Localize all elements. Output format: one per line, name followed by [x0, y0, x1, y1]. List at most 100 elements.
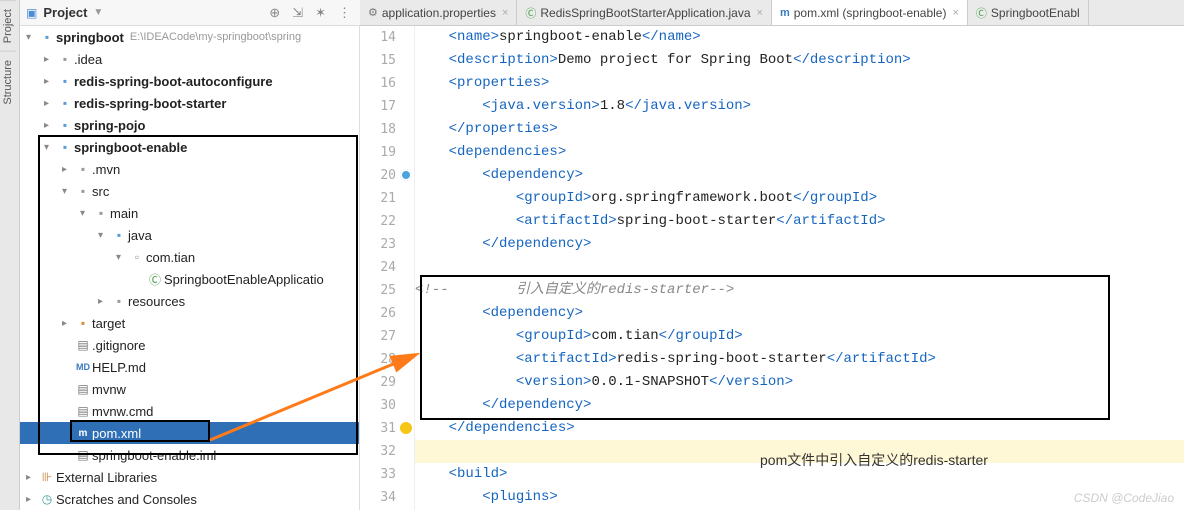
side-tab-project[interactable]: Project: [0, 0, 16, 51]
tree-item-class[interactable]: Ⓒ SpringbootEnableApplicatio: [20, 268, 359, 290]
tree-item-target[interactable]: ▸ ▪ target: [20, 312, 359, 334]
chevron-down-icon[interactable]: ▾: [62, 186, 74, 197]
expand-icon[interactable]: ⇲: [289, 5, 306, 21]
resources-folder-icon: ▪: [110, 294, 128, 308]
tree-item-module[interactable]: ▾ ▪ springboot-enable: [20, 136, 359, 158]
tree-label: main: [110, 206, 138, 221]
settings-icon[interactable]: ⋮: [335, 5, 354, 21]
chevron-down-icon[interactable]: ▾: [44, 142, 56, 153]
gutter-line[interactable]: 15: [360, 49, 414, 72]
gutter-line[interactable]: 18: [360, 118, 414, 141]
close-icon[interactable]: ×: [502, 7, 508, 19]
tree-item-module[interactable]: ▸ ▪ redis-spring-boot-starter: [20, 92, 359, 114]
gutter-line[interactable]: 26: [360, 302, 414, 325]
gutter-line[interactable]: 29: [360, 371, 414, 394]
tree-label: mvnw.cmd: [92, 404, 153, 419]
tree-label: External Libraries: [56, 470, 157, 485]
editor-tab[interactable]: ⚙ application.properties ×: [360, 0, 517, 25]
tree-item-file[interactable]: ▤ .gitignore: [20, 334, 359, 356]
code-area[interactable]: <name>springboot-enable</name> <descript…: [415, 26, 1184, 510]
gutter-line[interactable]: 31: [360, 417, 414, 440]
tree-item-main[interactable]: ▾ ▪ main: [20, 202, 359, 224]
close-icon[interactable]: ×: [952, 7, 958, 19]
chevron-down-icon[interactable]: ▾: [98, 230, 110, 241]
gutter-line[interactable]: 27: [360, 325, 414, 348]
chevron-right-icon[interactable]: ▸: [44, 120, 56, 131]
tree-item-file[interactable]: MD HELP.md: [20, 356, 359, 378]
gutter-line[interactable]: 34: [360, 486, 414, 509]
editor-tab[interactable]: Ⓒ RedisSpringBootStarterApplication.java…: [517, 0, 772, 25]
chevron-right-icon[interactable]: ▸: [62, 318, 74, 329]
gutter-line[interactable]: 22: [360, 210, 414, 233]
tree-item-resources[interactable]: ▸ ▪ resources: [20, 290, 359, 312]
collapse-icon[interactable]: ✶: [312, 5, 329, 21]
gutter[interactable]: 14 15 16 17 18 19 20 21 22 23 24 25 26 2…: [360, 26, 415, 510]
tree-item-mvn[interactable]: ▸ ▪ .mvn: [20, 158, 359, 180]
project-tree[interactable]: ▾ ▪ springboot E:\IDEACode\my-springboot…: [20, 26, 360, 510]
close-icon[interactable]: ×: [757, 7, 763, 19]
chevron-down-icon[interactable]: ▾: [80, 208, 92, 219]
gutter-line[interactable]: 16: [360, 72, 414, 95]
tree-item-external-libs[interactable]: ▸ ⊪ External Libraries: [20, 466, 359, 488]
class-icon: Ⓒ: [976, 5, 987, 21]
file-icon: ▤: [74, 448, 92, 462]
gutter-line[interactable]: 20: [360, 164, 414, 187]
locate-icon[interactable]: ⊕: [266, 5, 283, 21]
tree-label: resources: [128, 294, 185, 309]
gutter-line[interactable]: 30: [360, 394, 414, 417]
folder-icon: ▪: [74, 184, 92, 198]
chevron-down-icon[interactable]: ▼: [93, 7, 103, 18]
file-icon: ▤: [74, 404, 92, 418]
tree-item-scratches[interactable]: ▸ ◷ Scratches and Consoles: [20, 488, 359, 510]
chevron-right-icon[interactable]: ▸: [44, 98, 56, 109]
tree-item-pom[interactable]: m pom.xml: [20, 422, 359, 444]
tree-label: springboot: [56, 30, 124, 45]
side-tab-structure[interactable]: Structure: [0, 51, 16, 113]
tree-label: src: [92, 184, 109, 199]
gutter-line[interactable]: 17: [360, 95, 414, 118]
gutter-line[interactable]: 24: [360, 256, 414, 279]
project-label: Project: [43, 5, 87, 20]
tree-item-src[interactable]: ▾ ▪ src: [20, 180, 359, 202]
tree-item-java[interactable]: ▾ ▪ java: [20, 224, 359, 246]
gutter-line[interactable]: 28: [360, 348, 414, 371]
source-folder-icon: ▪: [110, 228, 128, 242]
chevron-right-icon[interactable]: ▸: [98, 296, 110, 307]
gutter-line[interactable]: 25: [360, 279, 414, 302]
gutter-line[interactable]: 19: [360, 141, 414, 164]
tree-item-package[interactable]: ▾ ▫ com.tian: [20, 246, 359, 268]
gutter-line[interactable]: 23: [360, 233, 414, 256]
chevron-right-icon[interactable]: ▸: [62, 164, 74, 175]
gutter-line[interactable]: 32: [360, 440, 414, 463]
editor-tab-active[interactable]: m pom.xml (springboot-enable) ×: [772, 0, 968, 25]
warning-icon[interactable]: [400, 422, 412, 434]
tab-label: SpringbootEnabl: [991, 6, 1080, 20]
chevron-right-icon[interactable]: ▸: [26, 494, 38, 505]
tree-label: mvnw: [92, 382, 126, 397]
gutter-line[interactable]: 33: [360, 463, 414, 486]
module-icon: ▪: [56, 96, 74, 110]
module-icon: ▪: [56, 74, 74, 88]
editor-pane: 14 15 16 17 18 19 20 21 22 23 24 25 26 2…: [360, 26, 1184, 510]
chevron-down-icon[interactable]: ▾: [116, 252, 128, 263]
package-icon: ▫: [128, 250, 146, 264]
tree-item-idea[interactable]: ▸ ▪ .idea: [20, 48, 359, 70]
chevron-right-icon[interactable]: ▸: [26, 472, 38, 483]
gutter-line[interactable]: 14: [360, 26, 414, 49]
gutter-line[interactable]: 21: [360, 187, 414, 210]
tree-label: .idea: [74, 52, 102, 67]
tree-item-module[interactable]: ▸ ▪ redis-spring-boot-autoconfigure: [20, 70, 359, 92]
chevron-down-icon[interactable]: ▾: [26, 32, 38, 43]
tree-root[interactable]: ▾ ▪ springboot E:\IDEACode\my-springboot…: [20, 26, 359, 48]
tree-item-file[interactable]: ▤ mvnw.cmd: [20, 400, 359, 422]
tree-item-file[interactable]: ▤ springboot-enable.iml: [20, 444, 359, 466]
gutter-mark-icon[interactable]: [400, 169, 412, 181]
class-icon: Ⓒ: [525, 5, 536, 21]
tree-item-module[interactable]: ▸ ▪ spring-pojo: [20, 114, 359, 136]
tree-label: .mvn: [92, 162, 120, 177]
chevron-right-icon[interactable]: ▸: [44, 54, 56, 65]
tree-item-file[interactable]: ▤ mvnw: [20, 378, 359, 400]
folder-icon: ▪: [74, 162, 92, 176]
chevron-right-icon[interactable]: ▸: [44, 76, 56, 87]
editor-tab[interactable]: Ⓒ SpringbootEnabl: [968, 0, 1089, 25]
